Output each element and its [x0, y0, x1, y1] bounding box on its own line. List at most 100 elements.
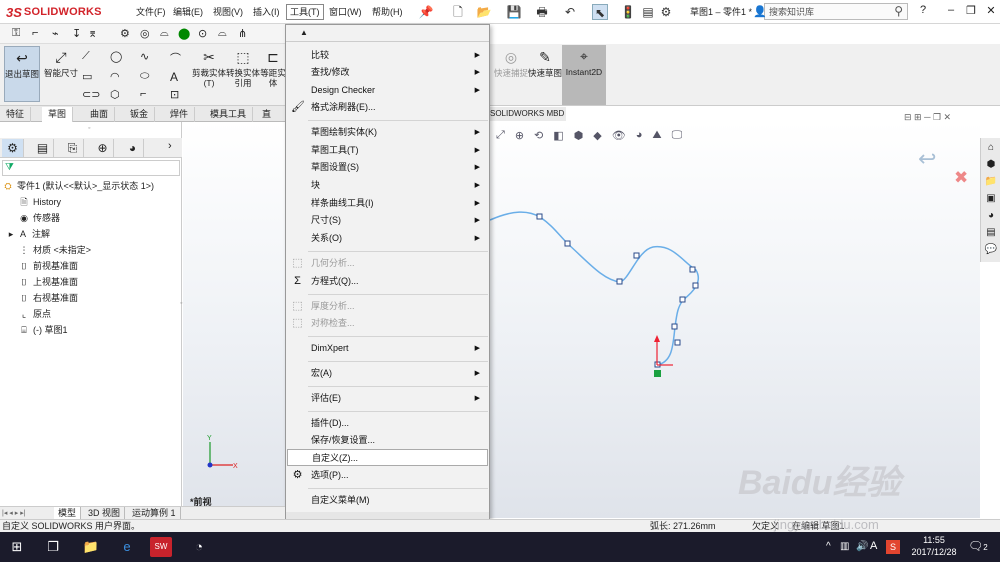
tree-item-sensors[interactable]: ◉ 传感器 [18, 211, 60, 225]
options-gear-icon[interactable]: ⚙ [658, 4, 674, 20]
select-cursor-icon[interactable]: ⬉ [592, 4, 608, 20]
tree-item-annotations[interactable]: ▸ A 注解 [8, 227, 50, 241]
spline-point[interactable] [679, 296, 686, 303]
scroll-up-icon[interactable]: ▲ [300, 28, 308, 37]
sketch-tool-icon[interactable]: ⌐ [32, 27, 38, 39]
resources-icon[interactable]: ⬢ [983, 157, 999, 172]
menu-item-customize-menu[interactable]: 自定义菜单(M) [287, 492, 488, 509]
sketch-tool-icon[interactable]: ⌆ [88, 27, 97, 40]
menu-item-sketch-entities[interactable]: 草图绘制实体(K) ▶ [287, 124, 488, 141]
tree-item-top-plane[interactable]: ⌷ 上视基准面 [18, 275, 78, 289]
tab-surfaces[interactable]: 曲面 [84, 107, 116, 122]
edge-browser-icon[interactable]: e [116, 537, 138, 557]
point-icon[interactable]: ⊡ [170, 88, 179, 101]
display-tab-icon[interactable]: ◕ [122, 139, 144, 157]
volume-icon[interactable]: 🔊 [856, 541, 868, 552]
custom-properties-icon[interactable]: ▤ [983, 225, 999, 240]
polygon-icon[interactable]: ⬡ [110, 88, 120, 101]
solidworks-taskbar-icon[interactable]: SW [150, 537, 172, 557]
save-icon[interactable]: 💾 [506, 4, 522, 20]
taskbar-clock[interactable]: 11:55 2017/12/28 [904, 534, 964, 558]
notification-icon[interactable]: 🗨2 [968, 539, 988, 553]
tree-item-material[interactable]: ⋮ 材质 <未指定> [18, 243, 92, 257]
feature-tree-tab-icon[interactable]: ⚙ [2, 139, 24, 157]
tree-filter[interactable]: ⧩ [2, 160, 180, 176]
menu-edit[interactable]: 编辑(E) [170, 5, 206, 19]
appearances-icon[interactable]: ◕ [983, 208, 999, 223]
app-taskbar-icon[interactable]: ◔ [188, 537, 210, 557]
search-input[interactable]: 👤 搜索知识库 ⚲ [753, 3, 908, 20]
tray-up-icon[interactable]: ^ [826, 541, 831, 552]
file-explorer-icon[interactable]: 📁 [983, 174, 999, 189]
text-icon[interactable]: A [170, 70, 178, 84]
restore-button[interactable]: ❐ [962, 4, 980, 17]
print-icon[interactable]: 🖶 [534, 4, 550, 20]
property-tab-icon[interactable]: ▤ [32, 139, 54, 157]
menu-tools[interactable]: 工具(T) [286, 4, 324, 20]
menu-item-relations[interactable]: 关系(O) ▶ [287, 230, 488, 247]
smart-dimension-button[interactable]: ⤢ 智能尺寸 [42, 46, 80, 102]
spline-curve[interactable] [489, 211, 700, 366]
location-icon[interactable]: ⬤ [178, 27, 190, 40]
expand-chevron-icon[interactable]: › [168, 140, 172, 152]
menu-item-sketch-tools[interactable]: 草图工具(T) ▶ [287, 142, 488, 159]
slot-icon[interactable]: ⊂⊃ [82, 88, 100, 101]
fillet-icon[interactable]: ⌒ [170, 50, 181, 66]
quick-snap-button[interactable]: ◎ 快速捕捉 [492, 46, 530, 102]
input-method-icon[interactable]: A [870, 540, 877, 552]
spline-point[interactable] [633, 252, 640, 259]
tree-item-right-plane[interactable]: ⌷ 右视基准面 [18, 291, 78, 305]
circle-icon[interactable]: ◯ [110, 50, 122, 63]
sketch-tool-icon[interactable]: ↧ [72, 27, 81, 40]
home-icon[interactable]: ⌂ [983, 140, 999, 155]
close-button[interactable]: ✕ [982, 4, 1000, 17]
tree-item-sketch1[interactable]: ⌸ (-) 草图1 [18, 323, 67, 337]
menu-item-sketch-settings[interactable]: 草图设置(S) ▶ [287, 159, 488, 176]
trim-entities-button[interactable]: ✂ 剪裁实体(T) [190, 46, 228, 102]
corner-icon[interactable]: ⌐ [140, 88, 146, 100]
menu-window[interactable]: 窗口(W) [326, 5, 365, 19]
rebuild-icon[interactable]: 🚦 [620, 4, 636, 20]
configuration-tab-icon[interactable]: ⎘ [62, 139, 84, 157]
spline-point[interactable] [674, 339, 681, 346]
menu-item-dimensions[interactable]: 尺寸(S) ▶ [287, 212, 488, 229]
network-icon[interactable]: ▥ [840, 541, 849, 552]
open-file-icon[interactable]: 📂 [476, 4, 492, 20]
menu-item-compare[interactable]: 比较 ▶ [287, 47, 488, 64]
key-icon[interactable]: ⚿ [12, 27, 20, 40]
exit-sketch-button[interactable]: ↩ 退出草图 [4, 46, 40, 102]
file-properties-icon[interactable]: ▤ [640, 4, 656, 20]
tree-item-front-plane[interactable]: ⌷ 前视基准面 [18, 259, 78, 273]
task-view-icon[interactable]: ❐ [42, 537, 64, 557]
tree-item-history[interactable]: 🗎 History [18, 195, 61, 209]
spline-point[interactable] [689, 266, 696, 273]
windows-start-icon[interactable]: ⊞ [6, 537, 28, 557]
spline-point[interactable] [536, 213, 543, 220]
spline-point[interactable] [671, 323, 678, 330]
sketch-tool-icon[interactable]: ◎ [140, 27, 150, 40]
offset-entities-button[interactable]: ⊏ 等距实体 [260, 46, 286, 102]
undo-icon[interactable]: ↶ [562, 4, 578, 20]
menu-item-equations[interactable]: Σ 方程式(Q)... [287, 273, 488, 290]
forum-icon[interactable]: 💬 [983, 242, 999, 257]
line-icon[interactable]: ⟋ [82, 50, 90, 63]
dimxpert-tab-icon[interactable]: ⊕ [92, 139, 114, 157]
menu-item-save-restore-settings[interactable]: 保存/恢复设置... [287, 432, 488, 449]
menu-item-design-checker[interactable]: Design Checker ▶ [287, 82, 488, 99]
menu-item-addins[interactable]: 插件(D)... [287, 415, 488, 432]
tab-direct-edit[interactable]: 直接编 [256, 107, 286, 122]
menu-insert[interactable]: 插入(I) [250, 5, 283, 19]
tab-weldments[interactable]: 焊件 [164, 107, 196, 122]
sketch-tool-icon[interactable]: ⋔ [238, 27, 247, 40]
menu-item-blocks[interactable]: 块 ▶ [287, 177, 488, 194]
sketch-tool-icon[interactable]: ⊙ [198, 27, 207, 40]
menu-help[interactable]: 帮助(H) [369, 5, 406, 19]
rectangle-icon[interactable]: ▭ [82, 70, 92, 83]
view-palette-icon[interactable]: ▣ [983, 191, 999, 206]
menu-item-evaluate[interactable]: 评估(E) ▶ [287, 390, 488, 407]
menu-view[interactable]: 视图(V) [210, 5, 246, 19]
menu-item-spline-tools[interactable]: 样条曲线工具(I) ▶ [287, 195, 488, 212]
arc-icon[interactable]: ◠ [110, 70, 120, 83]
panel-grip-icon[interactable]: ◦ [88, 125, 90, 132]
ellipse-icon[interactable]: ⬭ [140, 70, 149, 83]
